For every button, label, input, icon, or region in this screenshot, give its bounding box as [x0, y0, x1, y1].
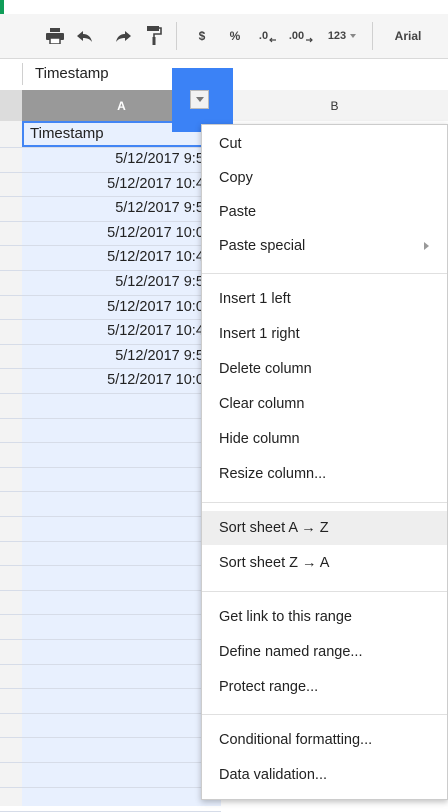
menu-item-data-validation[interactable]: Data validation...	[202, 759, 447, 791]
row-gridline	[0, 614, 221, 616]
row-gridline	[0, 712, 221, 714]
row-gridline	[0, 491, 221, 493]
decrease-decimal-label: .0	[258, 30, 269, 42]
chevron-down-icon	[195, 97, 204, 102]
column-context-menu: Cut Copy Paste Paste special Insert 1 le…	[201, 124, 448, 800]
menu-divider	[202, 502, 447, 503]
menu-item-clear-column[interactable]: Clear column	[202, 388, 447, 420]
row-gridline	[0, 663, 221, 665]
table-cell[interactable]: 5/12/2017 10:46:	[22, 319, 216, 343]
menu-item-copy[interactable]: Copy	[202, 162, 447, 194]
row-gridline	[0, 147, 221, 148]
table-cell[interactable]: 5/12/2017 9:54:	[22, 344, 216, 368]
app-accent-strip	[0, 0, 4, 14]
row-gridline	[0, 368, 221, 370]
select-all-corner[interactable]	[0, 90, 23, 121]
row-gridline	[0, 589, 221, 591]
table-cell[interactable]: 5/12/2017 10:00:	[22, 368, 216, 392]
column-dropdown-button[interactable]	[190, 90, 209, 109]
row-gridline	[0, 220, 221, 222]
row-gridline	[0, 762, 221, 763]
column-header-b[interactable]: B	[221, 90, 448, 122]
currency-format-button[interactable]: $	[194, 22, 210, 50]
row-gridline	[0, 245, 221, 247]
menu-item-paste[interactable]: Paste	[202, 196, 447, 228]
font-family-select[interactable]: Arial	[386, 22, 430, 50]
menu-item-get-link[interactable]: Get link to this range	[202, 601, 447, 633]
print-icon[interactable]	[42, 22, 68, 50]
table-cell[interactable]: 5/12/2017 10:46:	[22, 172, 216, 196]
decrease-decimal-button[interactable]: .0	[256, 22, 280, 50]
menu-divider	[202, 591, 447, 592]
row-gridline	[0, 270, 221, 271]
row-gridline	[0, 417, 221, 419]
toolbar-separator	[372, 22, 373, 50]
menu-item-define-named-range[interactable]: Define named range...	[202, 636, 447, 668]
menu-divider	[202, 273, 447, 274]
row-gridline	[0, 343, 221, 345]
table-cell[interactable]: 5/12/2017 9:54:	[22, 147, 216, 171]
menu-item-cut[interactable]: Cut	[202, 128, 447, 160]
row-gridline	[0, 294, 221, 296]
row-gridline	[0, 171, 221, 173]
row-headers	[0, 121, 23, 806]
percent-format-button[interactable]: %	[227, 22, 243, 50]
row-gridline	[0, 319, 221, 321]
menu-item-sort-z-a[interactable]: Sort sheet Z → A	[202, 547, 447, 579]
row-gridline	[0, 516, 221, 517]
undo-icon[interactable]	[72, 22, 98, 50]
submenu-arrow-icon	[424, 242, 429, 250]
chevron-down-icon	[350, 34, 357, 38]
menu-item-protect-range[interactable]: Protect range...	[202, 671, 447, 703]
row-gridline	[0, 737, 221, 739]
menu-item-conditional-formatting[interactable]: Conditional formatting...	[202, 724, 447, 756]
table-cell[interactable]: 5/12/2017 9:54:	[22, 270, 216, 294]
table-cell[interactable]: 5/12/2017 10:00:	[22, 295, 216, 319]
menu-item-paste-special[interactable]: Paste special	[202, 230, 447, 262]
menu-item-delete-column[interactable]: Delete column	[202, 353, 447, 385]
row-gridline	[0, 786, 221, 788]
more-formats-button[interactable]: 123	[322, 22, 362, 50]
toolbar: $ % .0 .00 123 Arial	[0, 14, 448, 59]
row-gridline	[0, 466, 221, 468]
menu-item-hide-column[interactable]: Hide column	[202, 423, 447, 455]
redo-icon[interactable]	[110, 22, 136, 50]
paint-format-icon[interactable]	[142, 22, 166, 50]
increase-decimal-label: .00	[288, 30, 305, 42]
menu-item-sort-a-z[interactable]: Sort sheet A → Z	[202, 511, 447, 545]
row-gridline	[0, 540, 221, 542]
row-gridline	[0, 639, 221, 640]
row-gridline	[0, 196, 221, 198]
menu-item-resize-column[interactable]: Resize column...	[202, 458, 447, 490]
increase-decimal-button[interactable]: .00	[286, 22, 316, 50]
more-formats-label: 123	[327, 30, 347, 42]
row-gridline	[0, 442, 221, 444]
menu-item-label: Paste special	[219, 238, 306, 254]
formula-bar-separator	[22, 63, 23, 85]
toolbar-separator	[176, 22, 177, 50]
row-gridline	[0, 565, 221, 567]
menu-divider	[202, 714, 447, 715]
formula-input[interactable]: Timestamp	[35, 65, 109, 82]
table-cell[interactable]: 5/12/2017 10:46:	[22, 245, 216, 269]
menu-item-insert-left[interactable]: Insert 1 left	[202, 283, 447, 315]
menu-item-insert-right[interactable]: Insert 1 right	[202, 318, 447, 350]
row-gridline	[0, 688, 221, 690]
row-gridline	[0, 393, 221, 394]
column-menu-highlight	[172, 68, 233, 132]
table-cell[interactable]: 5/12/2017 10:00:	[22, 221, 216, 245]
table-cell[interactable]: 5/12/2017 9:54:	[22, 196, 216, 220]
